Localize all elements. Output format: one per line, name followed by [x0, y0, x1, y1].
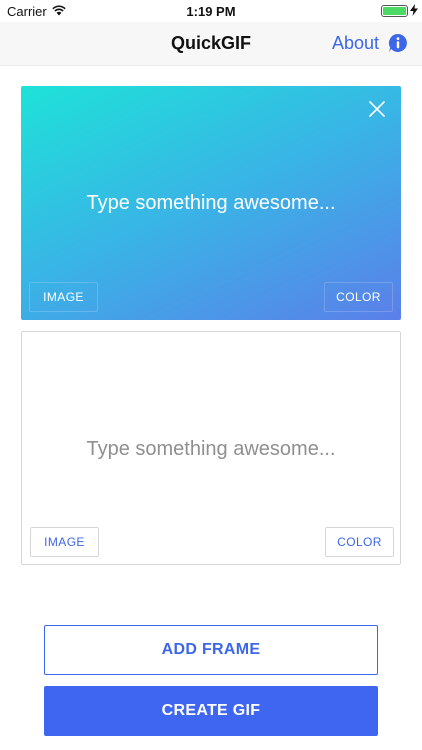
image-button[interactable]: IMAGE [30, 527, 99, 557]
close-icon[interactable] [368, 100, 386, 118]
status-time: 1:19 PM [186, 4, 236, 19]
status-bar: Carrier 1:19 PM [0, 0, 422, 22]
navigation-bar: QuickGIF About [0, 22, 422, 66]
add-frame-button[interactable]: ADD FRAME [44, 625, 378, 675]
frame-text-input[interactable]: Type something awesome... [22, 438, 400, 461]
color-button[interactable]: COLOR [325, 527, 394, 557]
frame-card-2[interactable]: Type something awesome... IMAGE COLOR [21, 331, 401, 565]
charging-icon [410, 4, 418, 16]
about-button[interactable]: About [332, 33, 379, 54]
frame-text-input[interactable]: Type something awesome... [21, 192, 401, 215]
battery-icon [381, 5, 408, 17]
info-icon[interactable] [388, 33, 408, 53]
image-button[interactable]: IMAGE [29, 282, 98, 312]
color-button[interactable]: COLOR [324, 282, 393, 312]
create-gif-button[interactable]: CREATE GIF [44, 686, 378, 736]
frame-card-1[interactable]: Type something awesome... IMAGE COLOR [21, 86, 401, 320]
battery-level [383, 7, 406, 15]
